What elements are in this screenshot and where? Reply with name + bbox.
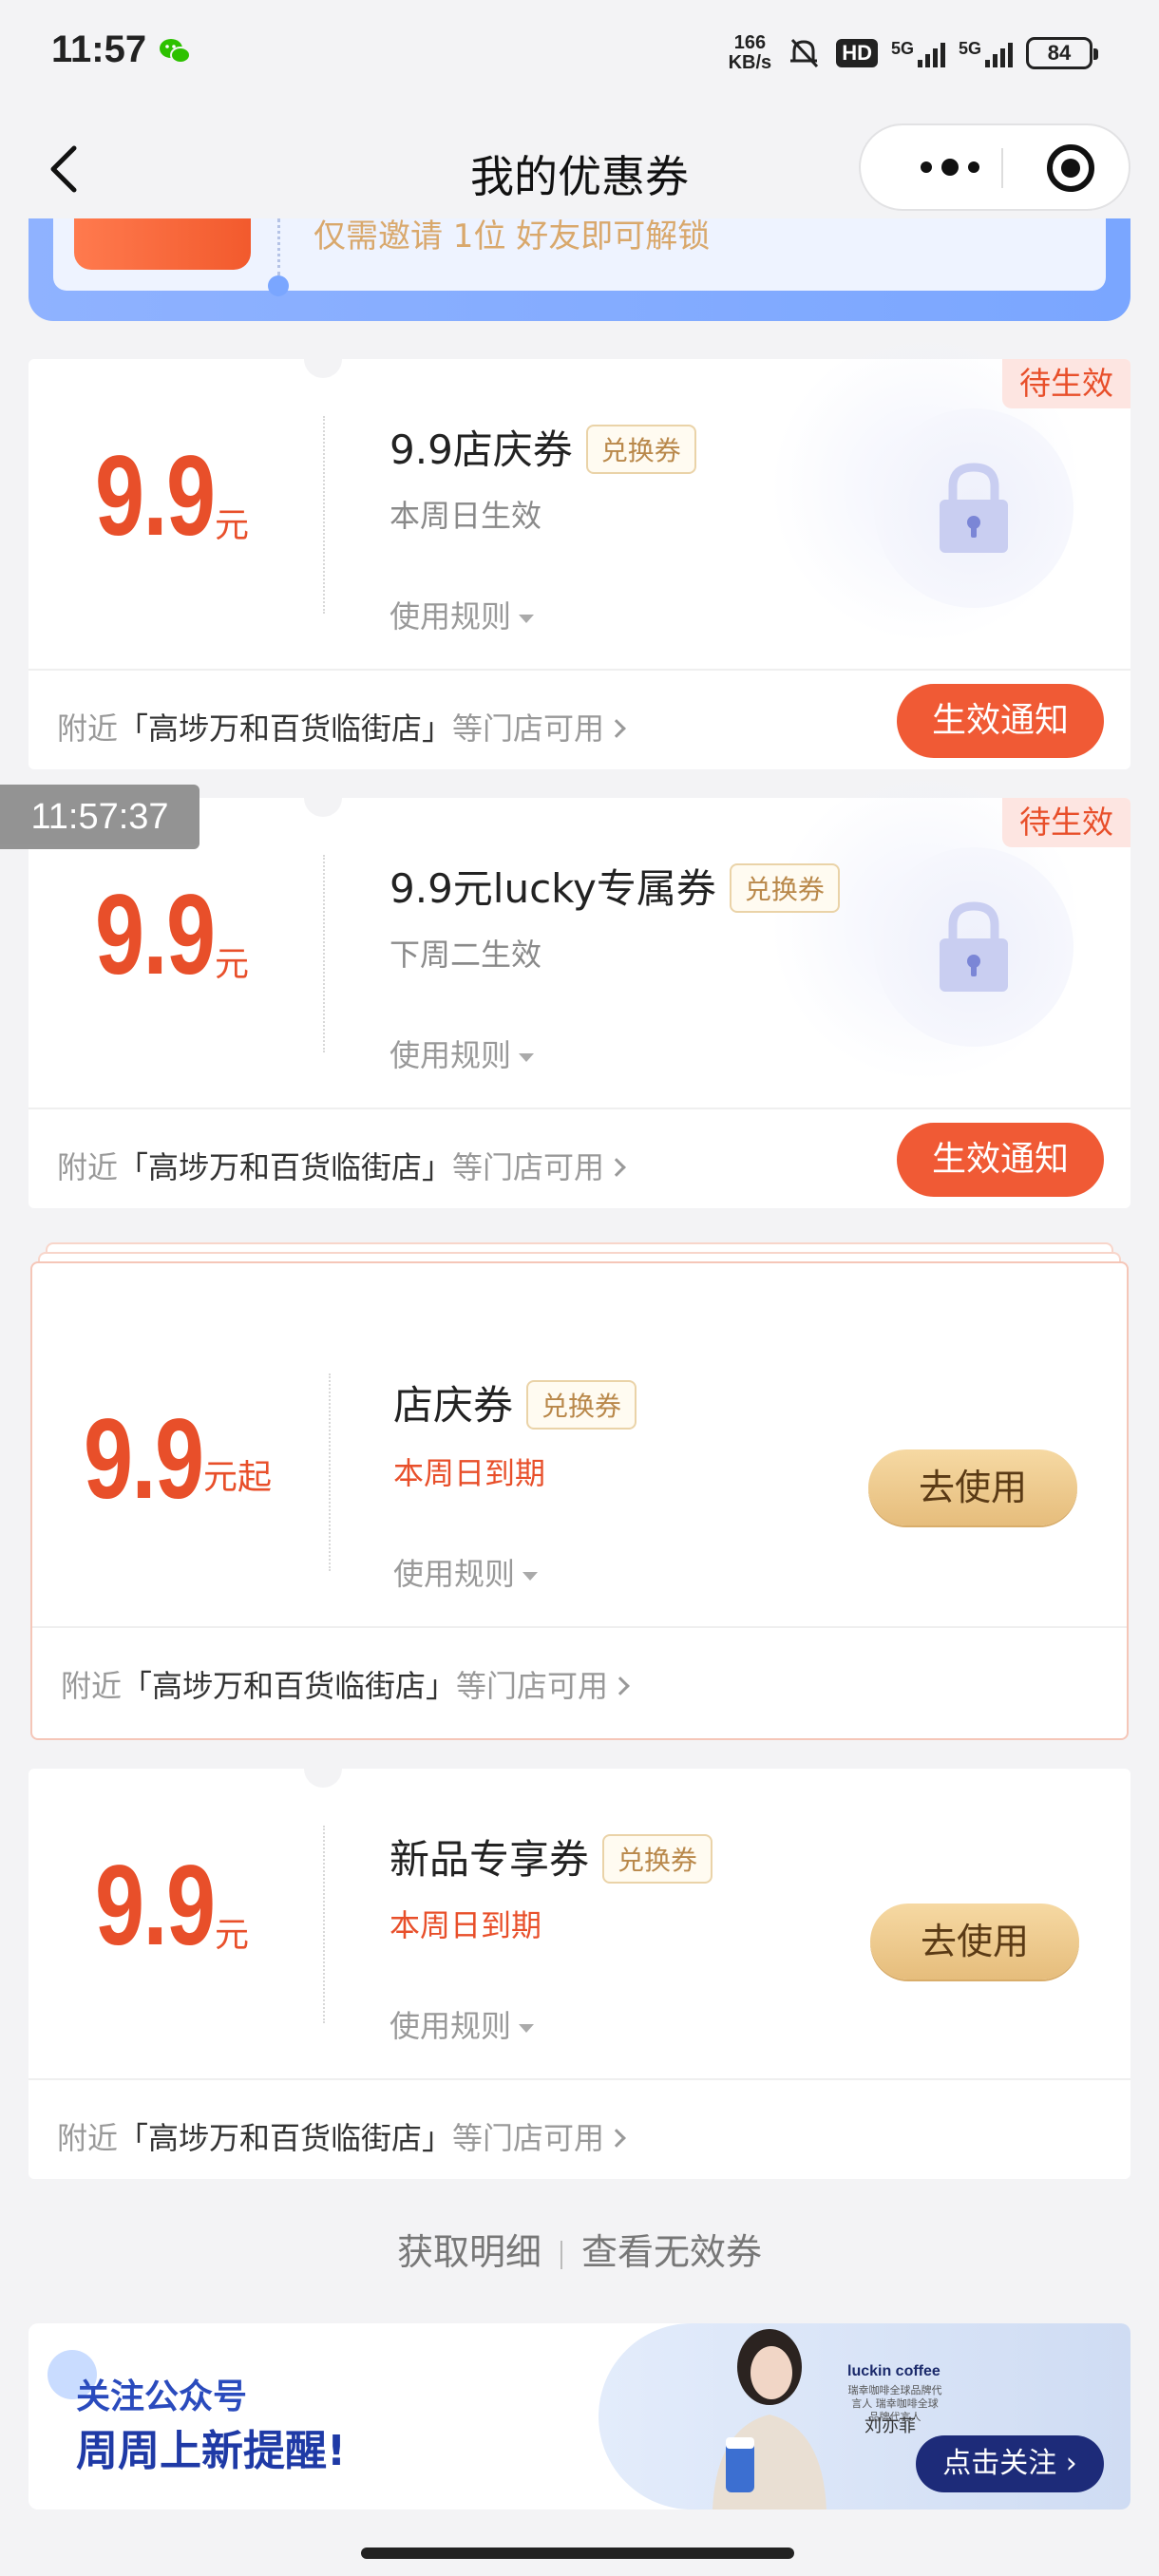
lock-icon bbox=[940, 463, 1008, 553]
exchange-tag: 兑换券 bbox=[602, 1833, 713, 1884]
store-availability-link[interactable]: 附近「高埗万和百货临街店」等门店可用 bbox=[57, 705, 626, 748]
coupon-name: 新品专享券 兑换券 bbox=[390, 1828, 713, 1887]
coupon-unit: 元 bbox=[215, 1916, 250, 1955]
coupon-card: 待生效 9.9 元 9.9元lucky专属券 兑换券 下周二生效 使用规则 附近「… bbox=[28, 769, 1130, 1208]
status-indicators: 166 KB/s HD 5G 5G 84 bbox=[728, 32, 1098, 74]
caret-down-icon bbox=[522, 1571, 539, 1581]
more-icon[interactable] bbox=[893, 125, 1007, 209]
hd-badge: HD bbox=[836, 39, 878, 67]
coupon-card: 待生效 9.9 元 9.9店庆券 兑换券 本周日生效 使用规则 附近「高埗万和百货… bbox=[28, 331, 1130, 769]
store-availability-link[interactable]: 附近「高埗万和百货临街店」等门店可用 bbox=[57, 2114, 626, 2158]
mute-bell-icon bbox=[790, 38, 819, 68]
coupon-card-highlighted: 9.9 元起 店庆券 兑换券 本周日到期 使用规则 去使用 附近「高埗万和百货临街… bbox=[30, 1261, 1129, 1740]
coupon-unit: 元 bbox=[215, 506, 250, 545]
banner-divider bbox=[277, 218, 280, 275]
usage-rules-toggle[interactable]: 使用规则 bbox=[390, 1032, 535, 1075]
coupon-notch bbox=[304, 357, 342, 378]
exchange-tag: 兑换券 bbox=[585, 424, 696, 474]
banner-subheadline: 周周上新提醒! bbox=[76, 2427, 347, 2475]
coupon-date: 本周日生效 bbox=[390, 498, 542, 534]
signal-icon-1: 5G bbox=[891, 39, 945, 67]
links-divider bbox=[560, 2240, 562, 2269]
battery-icon: 84 bbox=[1026, 37, 1098, 69]
coupon-footer-divider bbox=[28, 1108, 1130, 1109]
coupon-price: 9.9 bbox=[95, 1842, 216, 1969]
coupon-expiry: 本周日到期 bbox=[393, 1455, 546, 1491]
lock-badge bbox=[874, 847, 1074, 1047]
home-indicator[interactable] bbox=[361, 2548, 794, 2559]
capsule-divider bbox=[1001, 148, 1003, 188]
wechat-icon bbox=[160, 39, 191, 64]
caret-down-icon bbox=[519, 614, 535, 623]
coupon-divider bbox=[323, 416, 325, 614]
status-time: 11:57 bbox=[51, 28, 147, 70]
caret-down-icon bbox=[519, 2023, 535, 2033]
close-miniprogram-icon[interactable] bbox=[1047, 144, 1094, 192]
follow-account-banner[interactable]: 关注公众号 周周上新提醒! luckin coffee 瑞幸咖啡全球品牌代言人 … bbox=[28, 2323, 1130, 2510]
chevron-right-icon bbox=[607, 2129, 626, 2148]
chevron-right-icon: › bbox=[1056, 2447, 1077, 2480]
lock-badge bbox=[874, 408, 1074, 608]
pending-status-badge: 待生效 bbox=[1002, 359, 1130, 408]
details-link[interactable]: 获取明细 bbox=[397, 2231, 542, 2273]
use-coupon-button[interactable]: 去使用 bbox=[870, 1904, 1079, 1979]
chevron-right-icon bbox=[611, 1676, 630, 1695]
usage-rules-toggle[interactable]: 使用规则 bbox=[390, 593, 535, 636]
activation-notify-button[interactable]: 生效通知 bbox=[897, 1123, 1104, 1197]
follow-button[interactable]: 点击关注 › bbox=[916, 2435, 1104, 2492]
network-speed: 166 KB/s bbox=[728, 32, 772, 73]
coupon-divider bbox=[323, 1826, 325, 2023]
invalid-coupons-link[interactable]: 查看无效券 bbox=[581, 2231, 762, 2273]
coupon-divider bbox=[329, 1373, 331, 1571]
store-availability-link[interactable]: 附近「高埗万和百货临街店」等门店可用 bbox=[61, 1662, 630, 1706]
coupon-card: 9.9 元 新品专享券 兑换券 本周日到期 使用规则 去使用 附近「高埗万和百货临… bbox=[28, 1767, 1130, 2179]
coupon-name: 9.9店庆券 兑换券 bbox=[390, 418, 696, 478]
coupon-divider bbox=[323, 855, 325, 1052]
chevron-right-icon bbox=[607, 1158, 626, 1177]
coupon-footer-divider bbox=[32, 1626, 1127, 1628]
coupon-notch bbox=[304, 796, 342, 817]
status-bar: 11:57 166 KB/s HD 5G 5G 84 bbox=[0, 0, 1159, 104]
coupon-price: 9.9 bbox=[84, 1395, 204, 1523]
navigation-bar: 我的优惠券 bbox=[0, 104, 1159, 228]
usage-rules-toggle[interactable]: 使用规则 bbox=[390, 2002, 535, 2046]
coupon-unit: 元起 bbox=[203, 1458, 273, 1497]
activation-notify-button[interactable]: 生效通知 bbox=[897, 684, 1104, 758]
banner-headline: 关注公众号 bbox=[76, 2377, 248, 2416]
exchange-tag: 兑换券 bbox=[729, 862, 840, 913]
use-coupon-button[interactable]: 去使用 bbox=[868, 1449, 1077, 1525]
coupon-date: 下周二生效 bbox=[390, 937, 542, 973]
coupon-price: 9.9 bbox=[95, 871, 216, 998]
spokesperson-name: 刘亦菲 bbox=[864, 2416, 916, 2436]
coupon-name: 店庆券 兑换券 bbox=[393, 1373, 637, 1433]
invite-banner[interactable]: 仅需邀请 1位 好友即可解锁 bbox=[28, 218, 1130, 321]
invite-banner-text: 仅需邀请 1位 好友即可解锁 bbox=[314, 218, 711, 255]
exchange-tag: 兑换券 bbox=[526, 1379, 637, 1430]
coupon-unit: 元 bbox=[215, 945, 250, 984]
store-availability-link[interactable]: 附近「高埗万和百货临街店」等门店可用 bbox=[57, 1144, 626, 1187]
usage-rules-toggle[interactable]: 使用规则 bbox=[393, 1550, 539, 1594]
caret-down-icon bbox=[519, 1052, 535, 1062]
signal-icon-2: 5G bbox=[959, 39, 1013, 67]
pending-status-badge: 待生效 bbox=[1002, 798, 1130, 847]
footer-links: 获取明细 查看无效券 bbox=[0, 2223, 1159, 2275]
lock-icon bbox=[940, 901, 1008, 992]
banner-notch bbox=[268, 275, 289, 296]
screen-time-overlay: 11:57:37 bbox=[0, 785, 200, 849]
coupon-notch bbox=[304, 1767, 342, 1788]
coupon-price: 9.9 bbox=[95, 432, 216, 559]
miniprogram-capsule bbox=[859, 123, 1130, 211]
coupon-footer-divider bbox=[28, 669, 1130, 671]
chevron-right-icon bbox=[607, 719, 626, 738]
invite-button-partial[interactable] bbox=[74, 218, 251, 270]
brand-logo-text: luckin coffee bbox=[847, 2363, 940, 2379]
spokesperson-image bbox=[712, 2329, 826, 2510]
coupon-name: 9.9元lucky专属券 兑换券 bbox=[390, 857, 840, 917]
coupon-footer-divider bbox=[28, 2078, 1130, 2080]
coupon-expiry: 本周日到期 bbox=[390, 1907, 542, 1943]
